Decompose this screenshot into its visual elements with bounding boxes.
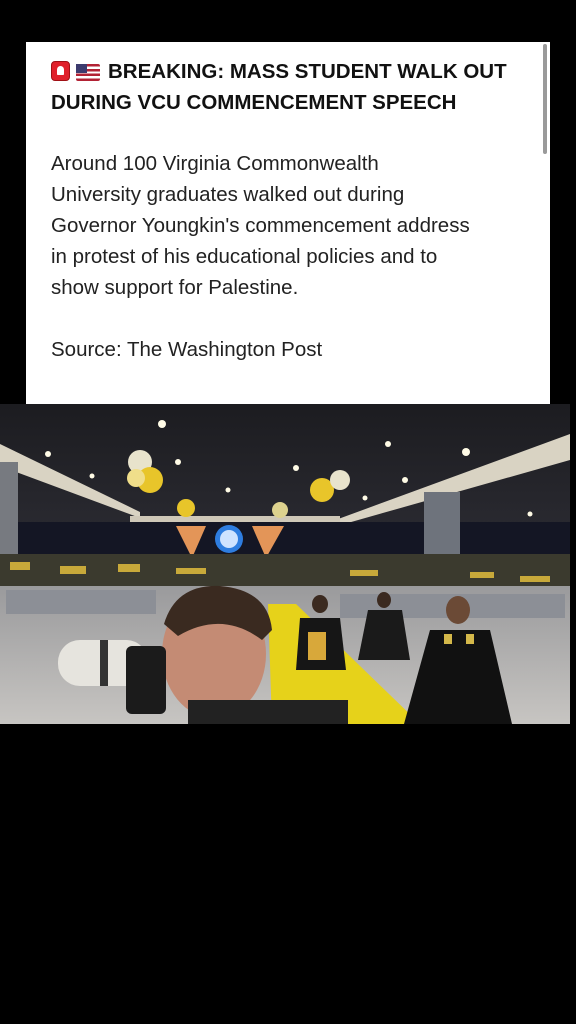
headline-text: BREAKING: MASS STUDENT WALK OUT DURING V… [51, 60, 507, 114]
siren-emoji-icon [51, 61, 70, 81]
post-body: Around 100 Virginia Commonwealth Univers… [51, 152, 470, 299]
us-flag-emoji-icon [76, 64, 100, 81]
post-card: BREAKING: MASS STUDENT WALK OUT DURING V… [26, 42, 550, 404]
post-headline: BREAKING: MASS STUDENT WALK OUT DURING V… [51, 56, 526, 118]
post-source: Source: The Washington Post [51, 338, 323, 361]
video-frame[interactable] [0, 404, 570, 724]
commencement-hall-scene [0, 404, 570, 724]
scrollbar[interactable] [543, 44, 547, 154]
